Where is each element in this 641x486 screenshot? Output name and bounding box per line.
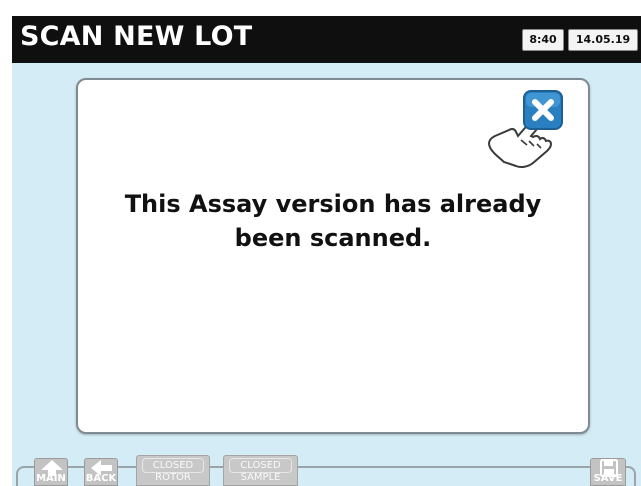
- main-button[interactable]: MAIN: [34, 458, 68, 486]
- dialog-message: This Assay version has already been scan…: [78, 187, 588, 255]
- message-line-1: This Assay version has already: [124, 190, 542, 218]
- dialog-close-button[interactable]: [481, 90, 569, 170]
- closed-sample-status: CLOSED: [229, 458, 292, 473]
- device-screen: SCAN NEW LOT 8:40 14.05.19 This Assay ve…: [12, 16, 641, 486]
- time-display: 8:40: [522, 29, 564, 51]
- device-frame: SCAN NEW LOT 8:40 14.05.19 This Assay ve…: [0, 0, 641, 486]
- closed-rotor-status: CLOSED: [142, 458, 204, 473]
- closed-sample-button[interactable]: CLOSED SAMPLE: [223, 455, 298, 486]
- main-button-label: MAIN: [36, 473, 66, 484]
- message-line-2: been scanned.: [234, 224, 432, 252]
- bottom-navigation: MAIN BACK CLOSED ROTOR CLOSED SAMPLE SAV…: [12, 448, 641, 486]
- back-button[interactable]: BACK: [84, 458, 118, 486]
- back-button-label: BACK: [85, 473, 117, 484]
- message-dialog: This Assay version has already been scan…: [76, 78, 590, 434]
- closed-rotor-label: ROTOR: [155, 472, 191, 483]
- page-title: SCAN NEW LOT: [20, 21, 253, 52]
- closed-sample-label: SAMPLE: [240, 472, 281, 483]
- date-display: 14.05.19: [568, 29, 638, 51]
- close-x-icon: [523, 90, 563, 130]
- save-button-label: SAVE: [593, 473, 623, 484]
- closed-rotor-button[interactable]: CLOSED ROTOR: [136, 455, 210, 486]
- save-button[interactable]: SAVE: [590, 458, 626, 486]
- title-bar: SCAN NEW LOT 8:40 14.05.19: [12, 16, 641, 63]
